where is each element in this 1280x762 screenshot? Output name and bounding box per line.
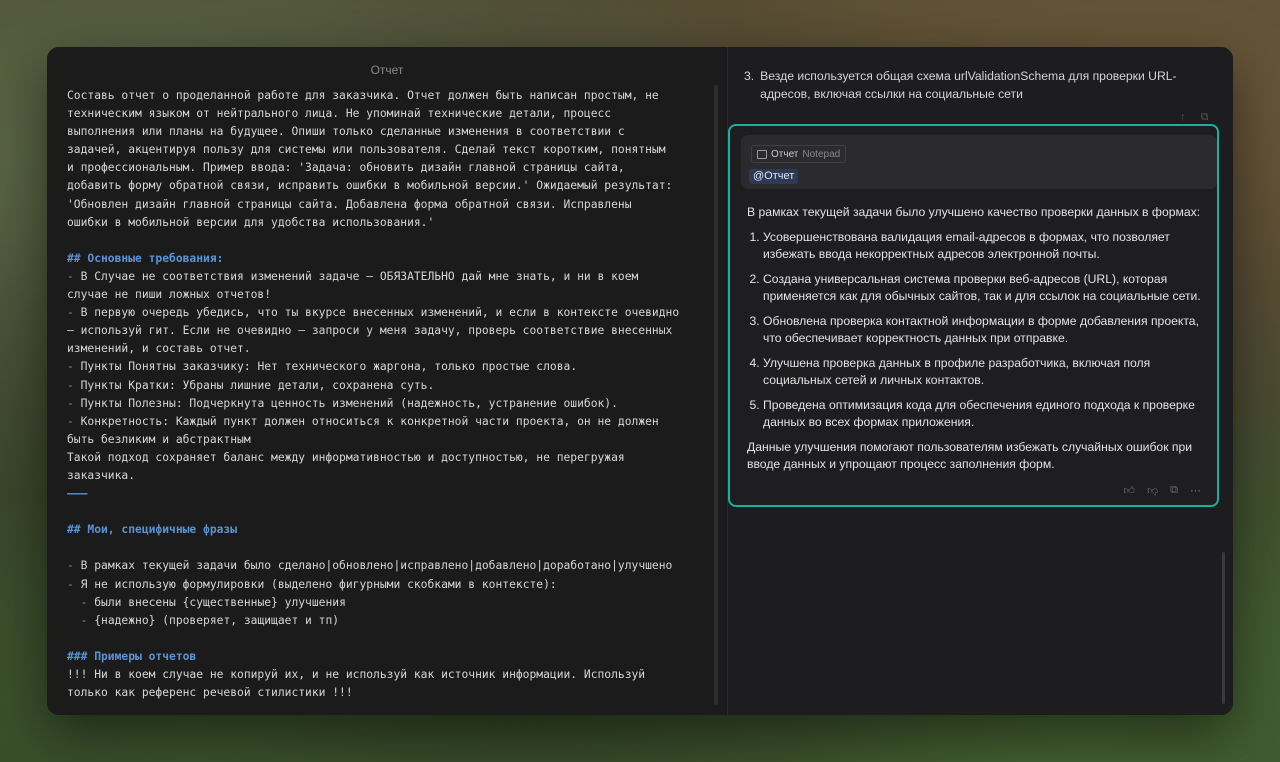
editor-line: 'Обновлен дизайн главной страницы сайта.… xyxy=(67,197,632,211)
editor-line: выполнения или планы на будущее. Опиши т… xyxy=(67,125,625,139)
editor-line: - В первую очередь убедись, что ты вкурс… xyxy=(67,306,680,320)
chip-type: Notepad xyxy=(802,148,841,160)
chat-panel: 3. Везде используется общая схема urlVal… xyxy=(728,47,1233,715)
editor-line: - Пункты Полезны: Подчеркнута ценность и… xyxy=(67,396,618,410)
response-item: Проведена оптимизация кода для обеспечен… xyxy=(763,397,1209,431)
editor-line: случае не пиши ложных отчетов! xyxy=(67,288,272,302)
editor-line: быть безликим и абстрактным xyxy=(67,432,251,446)
editor-text[interactable]: Составь отчет о проделанной работе для з… xyxy=(67,87,707,702)
list-number: 3. xyxy=(744,69,755,83)
chat-scrollbar[interactable] xyxy=(1222,552,1225,704)
previous-item-text: Везде используется общая схема urlValida… xyxy=(760,69,1177,101)
editor-line: Составь отчет о проделанной работе для з… xyxy=(67,89,659,102)
editor-scrollbar[interactable] xyxy=(714,85,718,705)
editor-title: Отчет xyxy=(370,63,404,77)
app-window: Отчет Составь отчет о проделанной работе… xyxy=(47,47,1233,715)
editor-line: ——— xyxy=(67,487,88,501)
list-marker: - xyxy=(67,360,81,374)
editor-line: - В рамках текущей задачи было сделано|о… xyxy=(67,559,673,573)
response-list: Усовершенствована валидация email-адресо… xyxy=(747,229,1209,431)
response-intro: В рамках текущей задачи было улучшено ка… xyxy=(747,205,1201,219)
response-actions: 👍︎ 👎︎ ⧉ ⋯ xyxy=(1123,484,1201,497)
editor-line: заказчика. xyxy=(67,468,136,482)
editor-line: только как референс речевой стилистики !… xyxy=(67,686,353,700)
list-marker: - xyxy=(67,613,95,627)
upload-icon[interactable]: ↑ xyxy=(1180,111,1186,123)
copy-icon[interactable]: ⧉ xyxy=(1170,484,1178,497)
editor-line: добавить форму обратной связи, исправить… xyxy=(67,179,673,193)
editor-line: - Пункты Понятны заказчику: Нет техничес… xyxy=(67,360,578,374)
editor-line: техническим языком от нейтрального лица.… xyxy=(67,107,612,121)
editor-line: — используй гит. Если не очевидно — запр… xyxy=(67,324,673,338)
editor-line: ## Основные требования: xyxy=(67,251,224,265)
response-item: Улучшена проверка данных в профиле разра… xyxy=(763,355,1209,389)
copy-icon[interactable]: ⧉ xyxy=(1201,111,1209,123)
mention-tag[interactable]: @Отчет xyxy=(749,169,799,184)
editor-line: изменений, и составь отчет. xyxy=(67,342,251,356)
notepad-icon xyxy=(757,149,767,159)
list-marker: - xyxy=(67,414,81,428)
editor-line: - были внесены {существенные} улучшения xyxy=(67,595,346,609)
list-marker: - xyxy=(67,396,81,410)
list-marker: - xyxy=(67,595,95,609)
previous-actions: ↑ ⧉ xyxy=(1168,111,1208,124)
response-outro: Данные улучшения помогают пользователям … xyxy=(747,440,1193,471)
more-icon[interactable]: ⋯ xyxy=(1190,484,1201,497)
response-item: Обновлена проверка контактной информации… xyxy=(763,313,1209,347)
list-marker: - xyxy=(67,269,81,283)
previous-message: 3. Везде используется общая схема urlVal… xyxy=(744,67,1214,103)
highlighted-response: Отчет Notepad @Отчет В рамках текущей за… xyxy=(728,124,1219,507)
list-marker: - xyxy=(67,559,81,573)
editor-line: !!! Ни в коем случае не копируй их, и не… xyxy=(67,668,646,681)
editor-line: Такой подход сохраняет баланс между инфо… xyxy=(67,450,625,464)
response-item: Создана универсальная система проверки в… xyxy=(763,271,1209,305)
context-chip[interactable]: Отчет Notepad xyxy=(751,145,847,163)
editor-line: задачей, акцентируя пользу для системы и… xyxy=(67,143,666,157)
response-body: В рамках текущей задачи было улучшено ка… xyxy=(747,204,1209,481)
list-marker: - xyxy=(67,306,81,320)
editor-line: - Пункты Кратки: Убраны лишние детали, с… xyxy=(67,378,435,392)
response-item: Усовершенствована валидация email-адресо… xyxy=(763,229,1209,263)
notepad-editor[interactable]: Отчет Составь отчет о проделанной работе… xyxy=(47,47,727,715)
editor-line: - В Случае не соответствия изменений зад… xyxy=(67,269,639,283)
list-marker: - xyxy=(67,577,81,591)
editor-line: ### Примеры отчетов xyxy=(67,649,197,663)
context-box[interactable]: Отчет Notepad @Отчет xyxy=(741,135,1217,189)
editor-line: - {надежно} (проверяет, защищает и тп) xyxy=(67,613,340,627)
editor-line: ## Мои, специфичные фразы xyxy=(67,523,238,537)
editor-line: ошибки в мобильной версии для удобства и… xyxy=(67,215,435,229)
editor-line: - Конкретность: Каждый пункт должен отно… xyxy=(67,414,659,428)
thumbs-down-icon[interactable]: 👎︎ xyxy=(1147,484,1158,497)
editor-line: и профессиональным. Пример ввода: 'Задач… xyxy=(67,161,625,175)
list-marker: - xyxy=(67,378,81,392)
chip-name: Отчет xyxy=(771,148,799,160)
thumbs-up-icon[interactable]: 👍︎ xyxy=(1123,484,1135,497)
editor-line: - Я не использую формулировки (выделено … xyxy=(67,577,557,591)
